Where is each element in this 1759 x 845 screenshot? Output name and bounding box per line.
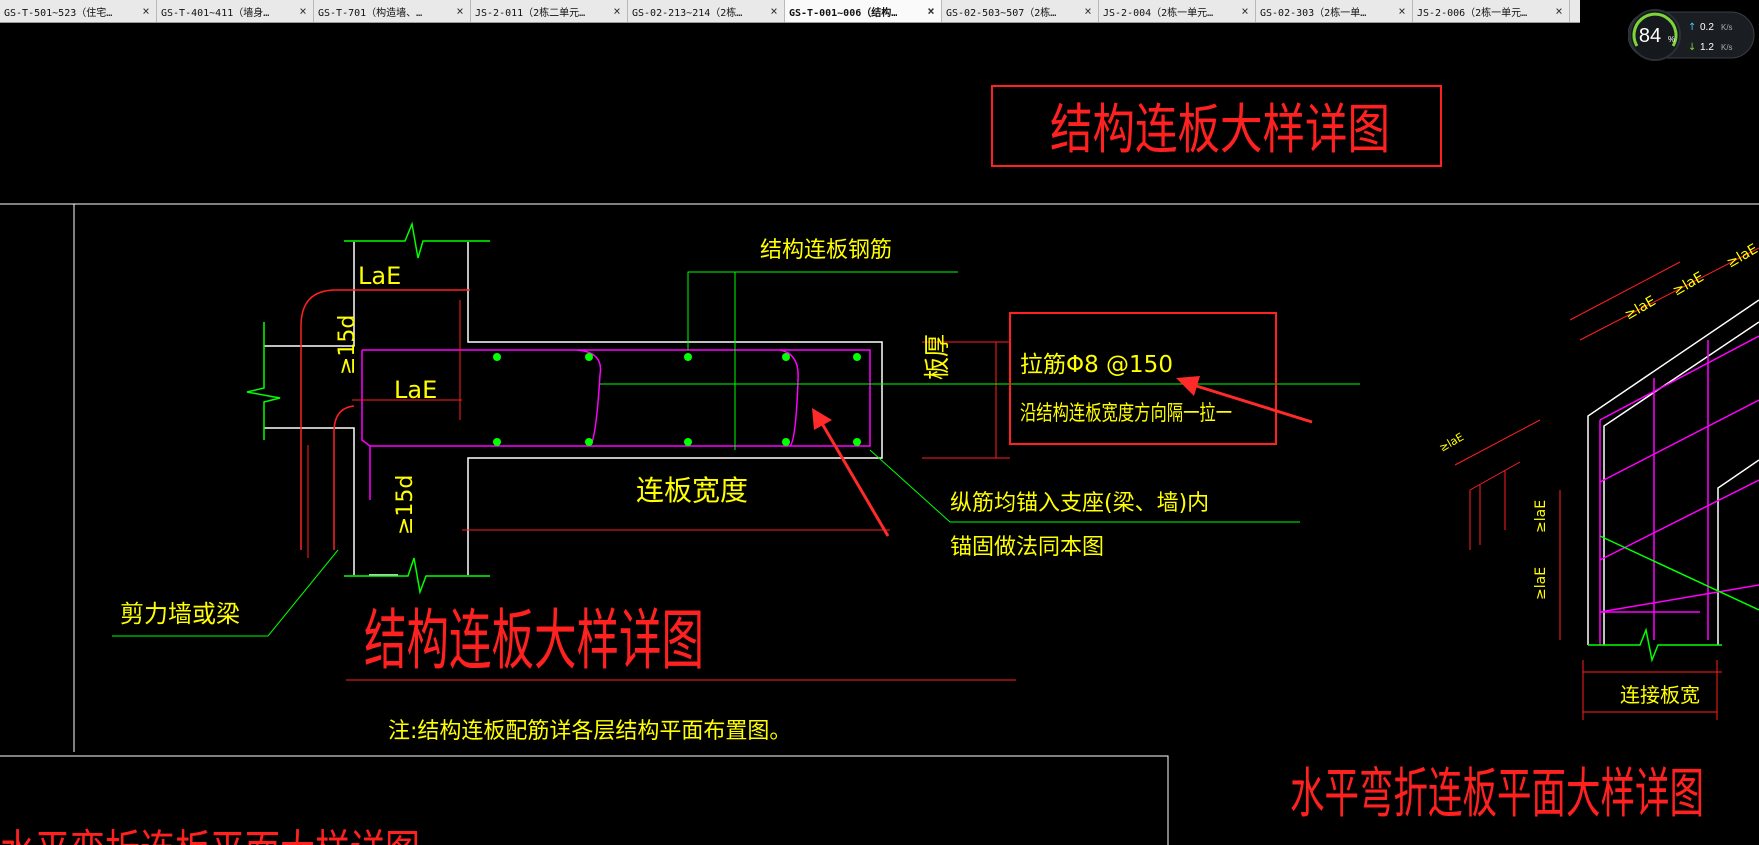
title-main: 结构连板大样详图 <box>364 602 704 679</box>
anchorage-bars <box>300 289 470 550</box>
label-wall: 剪力墙或梁 <box>120 600 240 628</box>
label-tie: 拉筋Φ8 @150 <box>1020 352 1173 378</box>
document-tab[interactable]: JS-2-011（2栋二单元… × <box>471 0 628 22</box>
label-right-lae-c: ≥laE <box>1437 430 1466 454</box>
rebar-dots <box>493 353 861 446</box>
label-right-lae-e: ≥laE <box>1533 567 1549 600</box>
label-15d-2: ≥15d <box>393 475 418 535</box>
document-tab-bar: GS-T-501~523（住宅… × GS-T-401~411（墙身… × GS-T… <box>0 0 1580 23</box>
label-lae-1: LaE <box>358 262 401 290</box>
document-tab[interactable]: JS-2-006（2栋一单元… × <box>1413 0 1570 22</box>
cad-drawing-canvas[interactable]: 结构连板大样详图 LaE LaE ≥15d ≥15d 结构连板钢筋 板厚 连板宽… <box>0 23 1759 845</box>
label-conn-width: 连接板宽 <box>1620 683 1700 707</box>
close-icon[interactable]: × <box>1082 4 1094 18</box>
label-tie-note: 沿结构连板宽度方向隔一拉一 <box>1020 401 1232 425</box>
close-icon[interactable]: × <box>297 4 309 18</box>
tab-label: JS-2-006（2栋一单元… <box>1417 7 1528 19</box>
document-tab[interactable]: GS-02-303（2栋一单… × <box>1256 0 1413 22</box>
label-anchor-1: 纵筋均锚入支座(梁、墙)内 <box>950 491 1209 516</box>
document-tab[interactable]: GS-02-213~214（2栋… × <box>628 0 785 22</box>
document-tab[interactable]: JS-2-004（2栋一单元… × <box>1099 0 1256 22</box>
title-bottom-partial: 水平弯折连板平面大样详图 <box>0 826 420 845</box>
title-top: 结构连板大样详图 <box>1050 98 1390 161</box>
right-detail-green <box>1588 535 1759 663</box>
right-detail-dims <box>1454 247 1759 720</box>
tab-label: GS-T-401~411（墙身… <box>161 7 270 19</box>
close-icon[interactable]: × <box>140 4 152 18</box>
tab-label: GS-02-303（2栋一单… <box>1260 7 1367 19</box>
label-anchor-2: 锚固做法同本图 <box>950 535 1104 560</box>
tab-label: JS-2-004（2栋一单元… <box>1103 7 1214 19</box>
annotation-arrow-2 <box>812 408 890 537</box>
tab-label: GS-T-701（构造墙、… <box>318 7 423 19</box>
document-tab[interactable]: GS-T-401~411（墙身… × <box>157 0 314 22</box>
right-detail-outline <box>1587 299 1759 645</box>
leader-lines <box>112 271 1360 637</box>
document-tab[interactable]: GS-T-701（构造墙、… × <box>314 0 471 22</box>
label-right-lae-a: ≥laE <box>1622 293 1659 323</box>
note-text: 注:结构连板配筋详各层结构平面布置图。 <box>388 719 791 744</box>
label-lae-2: LaE <box>394 376 437 404</box>
document-tab-active[interactable]: GS-T-001~006（结构… × <box>785 0 942 22</box>
close-icon[interactable]: × <box>1396 4 1408 18</box>
tab-label: GS-02-503~507（2栋… <box>946 7 1057 19</box>
label-15d-1: ≥15d <box>335 315 360 375</box>
tab-label: GS-T-001~006（结构… <box>789 7 898 19</box>
tab-label: GS-T-501~523（住宅… <box>4 7 113 19</box>
tab-label: GS-02-213~214（2栋… <box>632 7 743 19</box>
slab-rebars <box>361 349 871 500</box>
close-icon[interactable]: × <box>611 4 623 18</box>
label-right-lae-b: ≥laE <box>1670 269 1707 299</box>
document-tab[interactable]: GS-T-501~523（住宅… × <box>0 0 157 22</box>
slab-outline <box>264 242 883 576</box>
label-right-lae-d: ≥laE <box>1533 500 1549 533</box>
close-icon[interactable]: × <box>1239 4 1251 18</box>
close-icon[interactable]: × <box>1553 4 1565 18</box>
right-detail-labels: ≥laE ≥laE ≥laE ≥laE ≥laE ≥laE <box>1437 241 1759 600</box>
label-right-lae-f: ≥laE <box>1724 241 1759 271</box>
title-right: 水平弯折连板平面大样详图 <box>1290 762 1704 825</box>
document-tab[interactable]: GS-02-503~507（2栋… × <box>942 0 1099 22</box>
close-icon[interactable]: × <box>768 4 780 18</box>
label-rebar: 结构连板钢筋 <box>760 238 892 263</box>
close-icon[interactable]: × <box>454 4 466 18</box>
label-width: 连板宽度 <box>636 474 748 507</box>
label-thickness: 板厚 <box>923 334 953 380</box>
tab-label: JS-2-011（2栋二单元… <box>475 7 586 19</box>
close-icon[interactable]: × <box>925 4 937 18</box>
